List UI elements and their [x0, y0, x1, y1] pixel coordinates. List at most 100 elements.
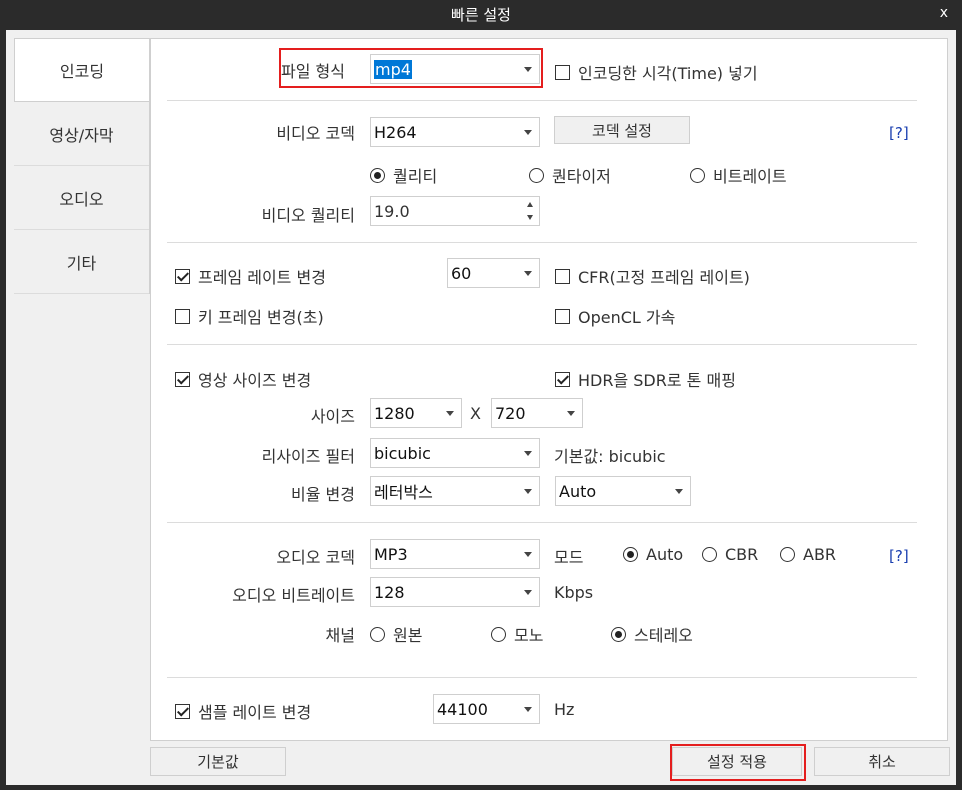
sample-rate-checkbox[interactable]: 샘플 레이트 변경 [175, 699, 311, 723]
ratio-select[interactable]: 레터박스 [370, 476, 540, 506]
video-quality-value: 19.0 [374, 201, 410, 221]
chevron-down-icon [524, 489, 532, 494]
size-x-label: X [470, 404, 481, 423]
audio-help-link[interactable]: [?] [889, 547, 909, 565]
channel-mono-radio[interactable]: 모노 [491, 622, 543, 646]
height-value: 720 [495, 403, 526, 423]
audio-mode-auto-label: Auto [646, 545, 684, 564]
chevron-down-icon [524, 451, 532, 456]
video-mode-quantizer-radio[interactable]: 퀀타이저 [529, 163, 611, 187]
video-mode-quantizer-label: 퀀타이저 [552, 167, 611, 186]
divider [167, 677, 917, 678]
default-button[interactable]: 기본값 [150, 747, 286, 776]
frame-rate-checkbox[interactable]: 프레임 레이트 변경 [175, 264, 326, 288]
close-icon[interactable]: x [940, 5, 948, 21]
audio-mode-abr-radio[interactable]: ABR [780, 545, 836, 564]
sidebar-item-encoding[interactable]: 인코딩 [14, 38, 149, 102]
resize-filter-select[interactable]: bicubic [370, 438, 540, 468]
video-mode-bitrate-radio[interactable]: 비트레이트 [690, 163, 787, 187]
channel-stereo-label: 스테레오 [634, 626, 693, 645]
ratio-mode-value: Auto [559, 481, 597, 501]
audio-codec-select[interactable]: MP3 [370, 539, 540, 569]
frame-rate-select[interactable]: 60 [447, 258, 540, 288]
checkbox-checked-icon [175, 371, 190, 387]
channel-original-label: 원본 [393, 626, 423, 645]
width-value: 1280 [374, 403, 415, 423]
audio-mode-abr-label: ABR [803, 545, 837, 564]
settings-panel: 파일 형식 mp4 인코딩한 시각(Time) 넣기 비디오 코덱 H264 코… [150, 38, 948, 741]
audio-bitrate-value: 128 [374, 582, 405, 602]
timestamp-checkbox[interactable]: 인코딩한 시각(Time) 넣기 [555, 60, 758, 84]
channel-stereo-radio[interactable]: 스테레오 [611, 622, 693, 646]
sidebar: 인코딩 영상/자막 오디오 기타 [14, 38, 150, 294]
radio-icon [529, 167, 544, 183]
sample-rate-checkbox-label: 샘플 레이트 변경 [198, 703, 312, 722]
divider [167, 522, 917, 523]
change-size-checkbox[interactable]: 영상 사이즈 변경 [175, 367, 311, 391]
ratio-value: 레터박스 [374, 483, 433, 502]
chevron-down-icon [675, 489, 683, 494]
sample-rate-unit: Hz [554, 700, 575, 719]
divider [167, 242, 917, 243]
frame-rate-value: 60 [451, 263, 472, 283]
chevron-down-icon [524, 130, 532, 135]
window-title: 빠른 설정 [451, 6, 511, 24]
resize-filter-label: 리사이즈 필터 [261, 447, 355, 466]
spin-up-icon[interactable] [527, 202, 533, 207]
ratio-label: 비율 변경 [291, 485, 355, 504]
title-bar: 빠른 설정 x [0, 0, 962, 30]
resize-filter-default: 기본값: bicubic [554, 447, 666, 466]
ratio-mode-select[interactable]: Auto [555, 476, 691, 506]
chevron-down-icon [524, 707, 532, 712]
video-help-link[interactable]: [?] [889, 124, 909, 142]
video-mode-quality-label: 퀄리티 [393, 167, 438, 186]
hdr-checkbox[interactable]: HDR을 SDR로 톤 매핑 [555, 367, 736, 391]
chevron-down-icon [567, 411, 575, 416]
radio-selected-icon [623, 547, 638, 562]
divider [167, 344, 917, 345]
radio-icon [491, 626, 506, 642]
chevron-down-icon [524, 271, 532, 276]
cancel-button[interactable]: 취소 [814, 747, 950, 776]
checkbox-icon [555, 268, 570, 284]
checkbox-icon [175, 308, 190, 324]
sidebar-item-audio[interactable]: 오디오 [14, 166, 149, 230]
opencl-checkbox[interactable]: OpenCL 가속 [555, 304, 675, 328]
video-mode-quality-radio[interactable]: 퀄리티 [370, 163, 437, 187]
video-quality-label: 비디오 퀄리티 [261, 206, 355, 225]
channel-original-radio[interactable]: 원본 [370, 622, 422, 646]
video-codec-select[interactable]: H264 [370, 117, 540, 147]
height-select[interactable]: 720 [491, 398, 583, 428]
radio-icon [780, 547, 795, 562]
chevron-down-icon [524, 552, 532, 557]
resize-filter-value: bicubic [374, 443, 431, 463]
audio-codec-label: 오디오 코덱 [276, 548, 355, 567]
video-mode-bitrate-label: 비트레이트 [713, 167, 787, 186]
divider [167, 100, 917, 101]
chevron-down-icon [524, 590, 532, 595]
keyframe-checkbox[interactable]: 키 프레임 변경(초) [175, 304, 324, 328]
audio-mode-cbr-radio[interactable]: CBR [702, 545, 758, 564]
keyframe-checkbox-label: 키 프레임 변경(초) [198, 308, 324, 327]
audio-mode-auto-radio[interactable]: Auto [623, 545, 683, 564]
video-quality-spinbox[interactable]: 19.0 [370, 196, 540, 226]
video-codec-label: 비디오 코덱 [276, 124, 355, 143]
opencl-checkbox-label: OpenCL 가속 [578, 308, 676, 327]
channel-mono-label: 모노 [514, 626, 544, 645]
radio-selected-icon [370, 167, 385, 183]
cfr-checkbox-label: CFR(고정 프레임 레이트) [578, 268, 750, 287]
cfr-checkbox[interactable]: CFR(고정 프레임 레이트) [555, 264, 750, 288]
sample-rate-select[interactable]: 44100 [433, 694, 540, 724]
hdr-checkbox-label: HDR을 SDR로 톤 매핑 [578, 371, 736, 390]
audio-bitrate-select[interactable]: 128 [370, 577, 540, 607]
frame-rate-checkbox-label: 프레임 레이트 변경 [198, 268, 326, 287]
spin-down-icon[interactable] [527, 215, 533, 220]
radio-icon [702, 547, 717, 562]
audio-mode-label: 모드 [554, 548, 584, 567]
width-select[interactable]: 1280 [370, 398, 462, 428]
audio-mode-cbr-label: CBR [725, 545, 759, 564]
sidebar-item-etc[interactable]: 기타 [14, 230, 149, 294]
sidebar-item-video-subtitle[interactable]: 영상/자막 [14, 102, 149, 166]
codec-settings-button[interactable]: 코덱 설정 [554, 116, 690, 144]
dialog-body: 인코딩 영상/자막 오디오 기타 파일 형식 mp4 인코딩한 시각(Time)… [6, 30, 956, 785]
